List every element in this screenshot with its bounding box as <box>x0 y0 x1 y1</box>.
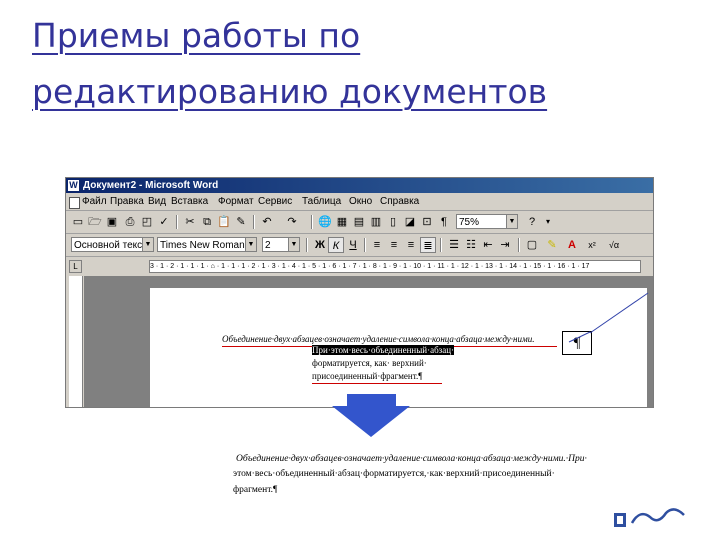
publisher-logo-icon <box>614 508 685 527</box>
result-line-1: Объединение·двух·абзацев·означает·удален… <box>236 454 587 464</box>
result-line-2: этом·весь·объединенный·абзац·форматирует… <box>233 469 555 479</box>
callout-pointer-line <box>568 331 591 343</box>
callout-pointer-line <box>589 292 649 334</box>
down-arrow-icon <box>332 394 410 437</box>
result-line-3: фрагмент.¶ <box>233 485 278 495</box>
